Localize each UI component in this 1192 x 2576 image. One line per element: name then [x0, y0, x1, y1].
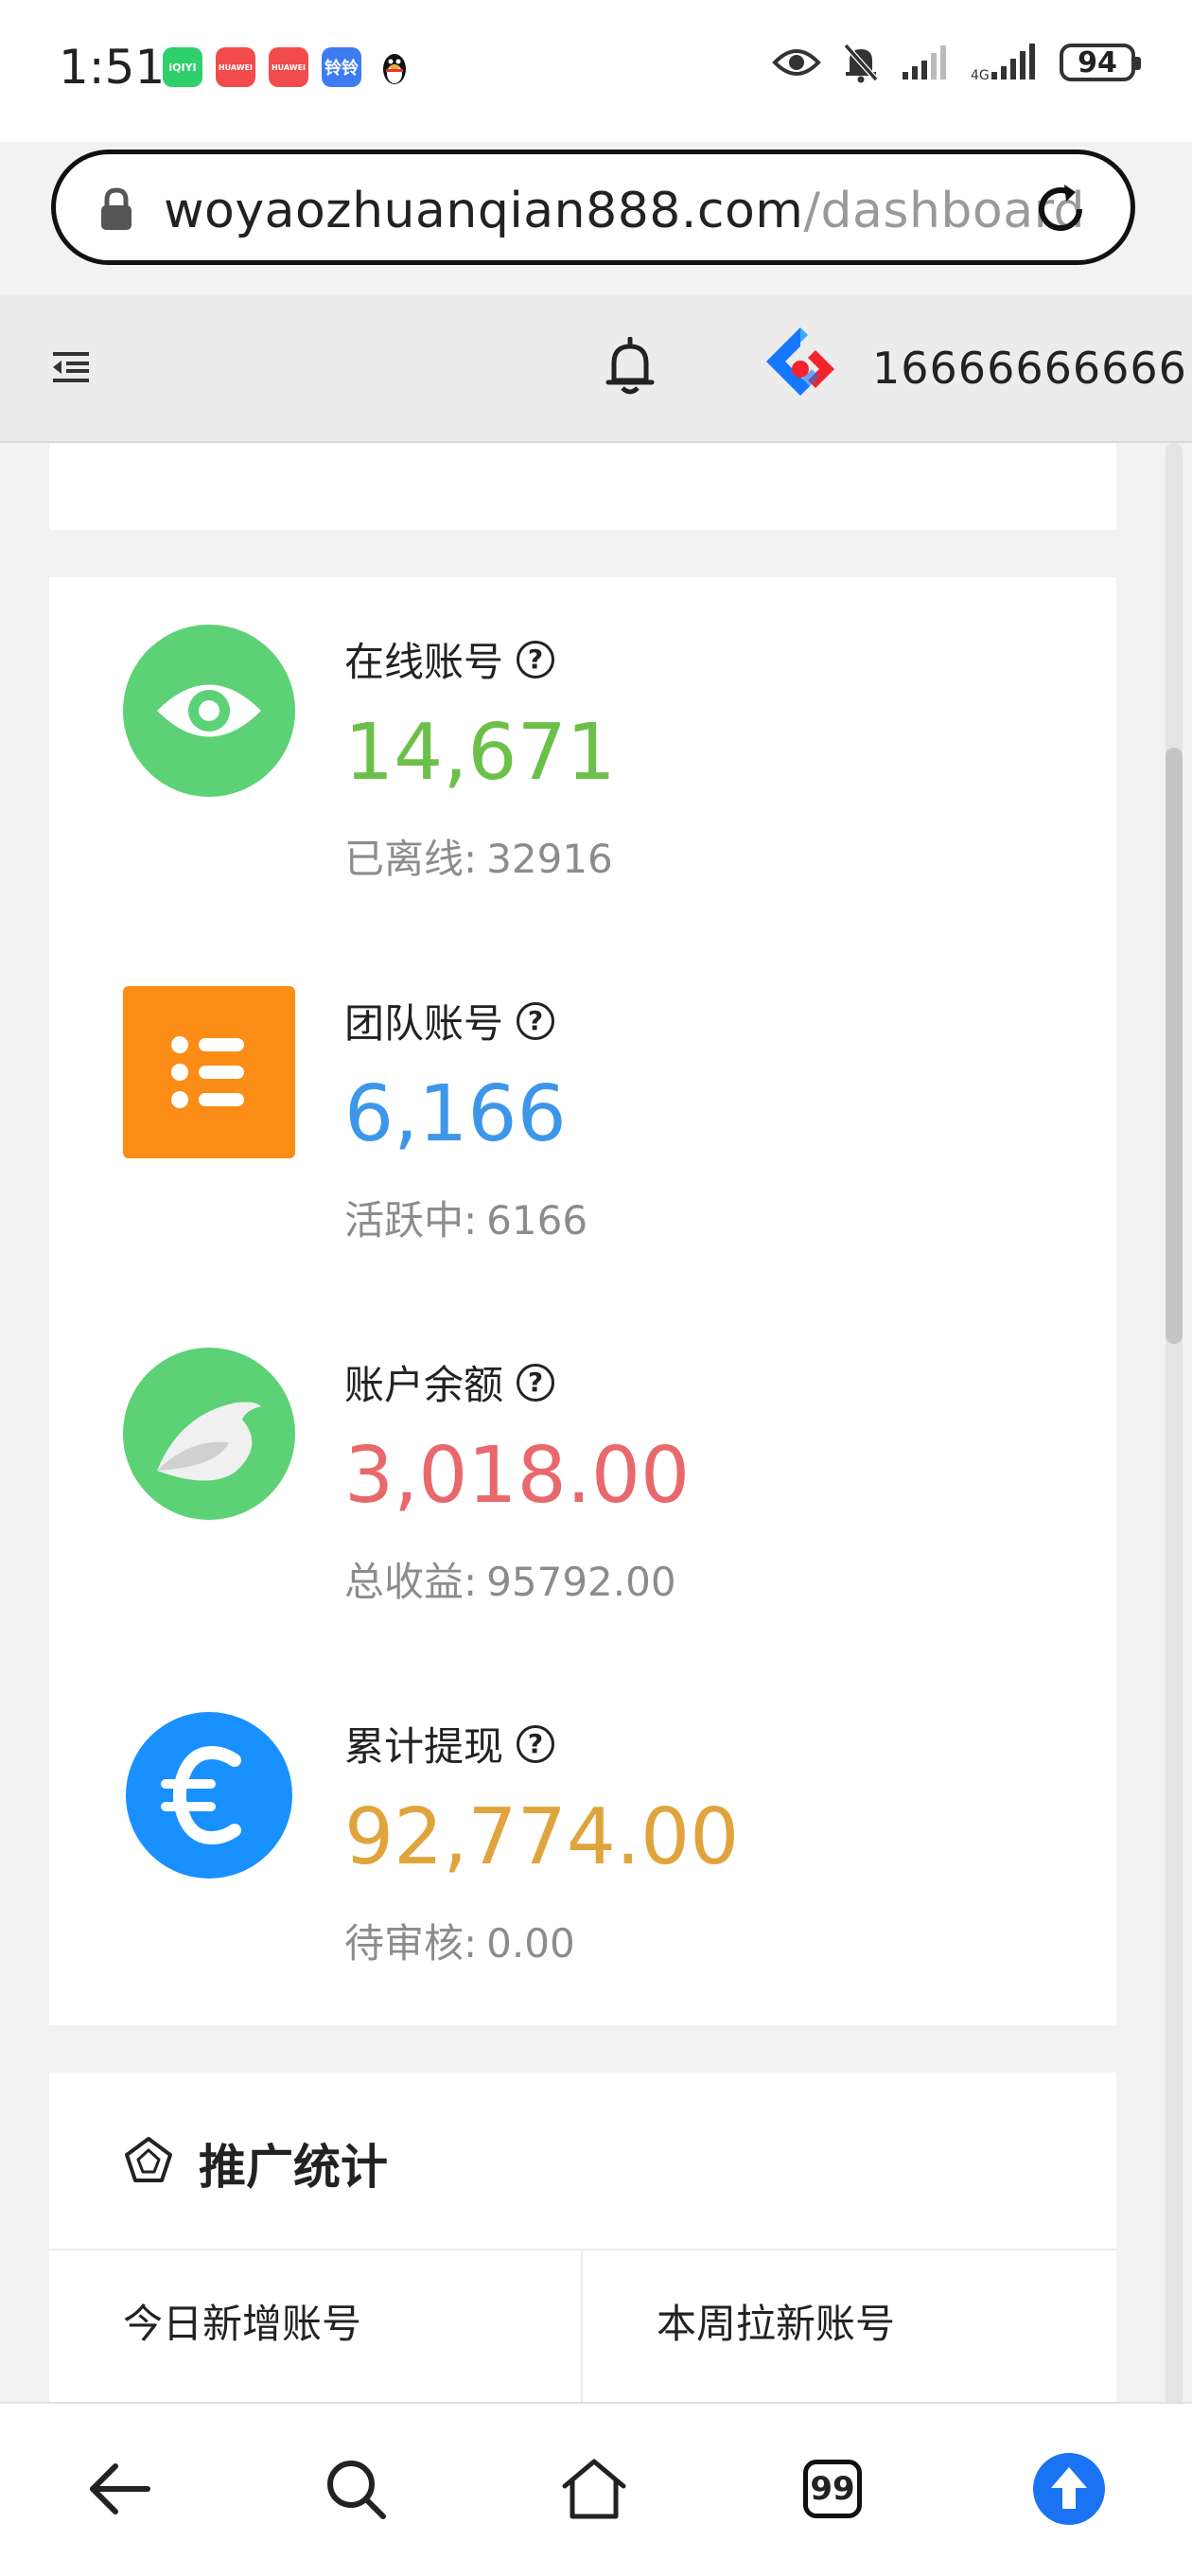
list-icon	[123, 986, 295, 1158]
stat-title-text: 账户余额	[344, 1362, 504, 1408]
svg-text:4G: 4G	[971, 68, 990, 81]
signal-icon	[903, 45, 946, 79]
eye-icon	[123, 625, 295, 797]
stat-team-accounts: 团队账号? 6,166 活跃中: 6166	[49, 939, 1116, 1261]
huawei-icon: HUAWEI	[269, 47, 308, 87]
bird-icon	[123, 1348, 295, 1520]
address-bar[interactable]: woyaozhuanqian888.com/dashboard	[51, 150, 1135, 265]
mute-bell-icon	[843, 44, 879, 83]
battery-indicator: 94	[1060, 44, 1141, 81]
status-bar: 1:51 iQIYI HUAWEI HUAWEI 铃铃 4G 94	[0, 0, 1192, 142]
app-header: 16666666666	[0, 295, 1192, 443]
bell-icon[interactable]	[605, 337, 655, 399]
tabs-button[interactable]: 99	[785, 2442, 880, 2536]
qq-penguin-icon	[375, 47, 414, 87]
stat-sub-label: 已离线:	[344, 836, 478, 882]
stat-sub-value: 32916	[486, 836, 613, 882]
stat-value: 14,671	[344, 708, 616, 798]
stat-account-balance: 账户余额? 3,018.00 总收益: 95792.00	[49, 1300, 1116, 1622]
stat-sub-label: 活跃中:	[344, 1197, 478, 1244]
help-icon[interactable]: ?	[517, 1001, 555, 1040]
home-button[interactable]	[547, 2442, 641, 2536]
stat-value: 92,774.00	[344, 1792, 740, 1882]
euro-icon	[123, 1709, 295, 1881]
stat-sub-value: 6166	[486, 1197, 588, 1244]
stat-sub-value: 95792.00	[486, 1559, 676, 1605]
app-icon: 铃铃	[322, 47, 361, 87]
battery-level: 94	[1078, 45, 1117, 79]
stat-title: 累计提现?	[344, 1715, 555, 1773]
stat-sub: 总收益: 95792.00	[344, 1550, 676, 1608]
browser-bottom-nav: 99	[0, 2402, 1192, 2576]
menu-fold-icon[interactable]	[49, 344, 93, 388]
radar-chart-icon	[125, 2137, 172, 2182]
scrollbar-thumb[interactable]	[1166, 748, 1183, 1344]
back-button[interactable]	[72, 2442, 167, 2536]
promotion-card-header: 推广统计	[49, 2073, 1116, 2250]
help-icon[interactable]: ?	[517, 1724, 555, 1763]
search-icon	[327, 2461, 386, 2519]
stat-sub-label: 总收益:	[344, 1559, 478, 1605]
promotion-card: 推广统计 今日新增账号 本周拉新账号	[49, 2073, 1116, 2459]
signal-icon: 4G	[971, 44, 1035, 81]
url-text[interactable]: woyaozhuanqian888.com/dashboard	[164, 183, 1085, 239]
stat-sub-value: 0.00	[486, 1920, 575, 1967]
lock-icon	[101, 187, 131, 230]
today-new-accounts-label: 今日新增账号	[123, 2301, 362, 2347]
scroll-to-top-button[interactable]	[1022, 2442, 1116, 2536]
stat-title-text: 在线账号	[344, 639, 504, 685]
scrollbar-track[interactable]	[1166, 443, 1183, 2411]
status-time: 1:51	[59, 40, 166, 95]
stat-total-withdrawn: 累计提现? 92,774.00 待审核: 0.00	[49, 1662, 1116, 1984]
stat-sub: 活跃中: 6166	[344, 1189, 587, 1246]
help-icon[interactable]: ?	[517, 640, 555, 679]
logo-icon	[766, 327, 834, 396]
stat-sub: 待审核: 0.00	[344, 1912, 575, 1969]
user-phone-number[interactable]: 16666666666	[872, 343, 1187, 394]
stats-card: 在线账号? 14,671 已离线: 32916 团队账号? 6,166 活跃中: 6…	[49, 577, 1116, 2025]
url-host: woyaozhuanqian888.com	[164, 183, 804, 239]
notification-app-icons: iQIYI HUAWEI HUAWEI 铃铃	[163, 47, 414, 87]
iqiyi-icon: iQIYI	[163, 47, 202, 87]
help-icon[interactable]: ?	[517, 1363, 555, 1402]
promotion-title: 推广统计	[199, 2140, 388, 2195]
arrow-up-icon	[1033, 2453, 1105, 2525]
previous-card	[49, 443, 1116, 530]
stat-value: 6,166	[344, 1069, 567, 1159]
stat-title: 团队账号?	[344, 992, 555, 1050]
stat-title: 在线账号?	[344, 630, 555, 688]
week-new-accounts-label: 本周拉新账号	[657, 2301, 896, 2347]
stat-value: 3,018.00	[344, 1431, 691, 1521]
stat-sub-label: 待审核:	[344, 1920, 478, 1967]
huawei-icon: HUAWEI	[216, 47, 255, 87]
back-arrow-icon	[90, 2463, 150, 2514]
reload-icon[interactable]	[1028, 177, 1093, 241]
stat-title-text: 团队账号	[344, 1000, 504, 1047]
stat-title: 账户余额?	[344, 1353, 555, 1411]
stat-title-text: 累计提现	[344, 1723, 504, 1770]
system-status-icons: 4G 94	[772, 42, 1141, 83]
stat-online-accounts: 在线账号? 14,671 已离线: 32916	[49, 577, 1116, 899]
search-button[interactable]	[308, 2442, 403, 2536]
eye-comfort-icon	[772, 49, 821, 76]
tab-count: 99	[803, 2460, 862, 2518]
home-icon	[562, 2459, 626, 2519]
stat-sub: 已离线: 32916	[344, 827, 613, 885]
